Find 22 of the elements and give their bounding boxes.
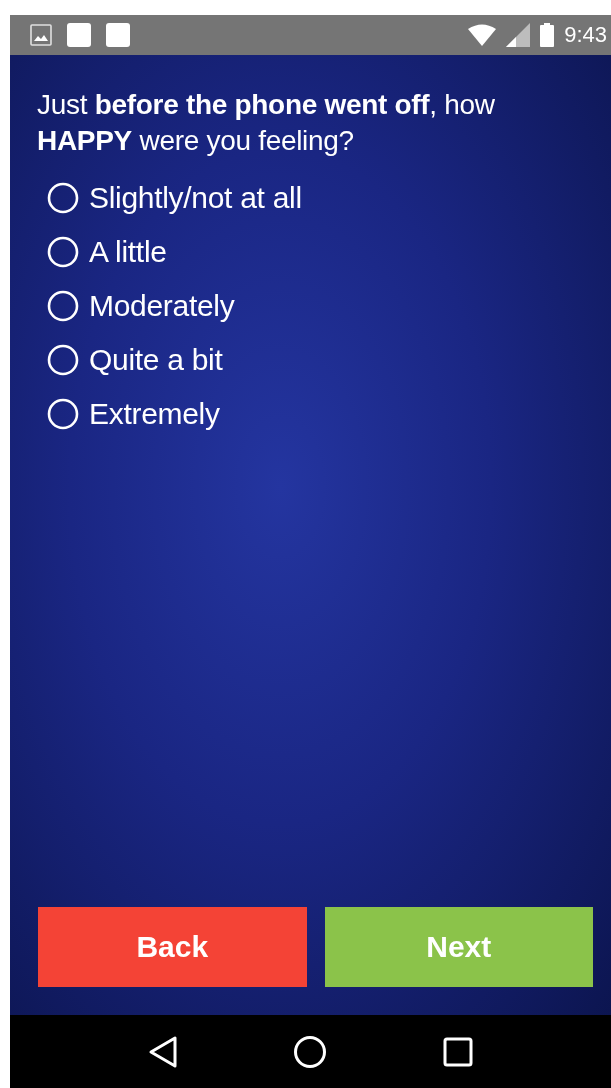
question-text: Just before the phone went off, how HAPPY were you feeling? [37, 88, 496, 158]
notification-icon [67, 23, 91, 47]
signal-icon [506, 23, 531, 47]
battery-icon [540, 23, 555, 47]
radio-option[interactable]: A little [47, 235, 593, 269]
home-icon[interactable] [293, 1034, 328, 1069]
radio-button[interactable] [47, 398, 79, 430]
radio-button[interactable] [47, 344, 79, 376]
image-icon [30, 24, 52, 46]
status-time: 9:43 [564, 22, 607, 48]
radio-option[interactable]: Extremely [47, 397, 593, 431]
radio-option[interactable]: Quite a bit [47, 343, 593, 377]
notification-icon [106, 23, 130, 47]
radio-option[interactable]: Moderately [47, 289, 593, 323]
radio-option[interactable]: Slightly/not at all [47, 181, 593, 215]
radio-button[interactable] [47, 182, 79, 214]
radio-button[interactable] [47, 290, 79, 322]
back-button[interactable]: Back [38, 907, 307, 987]
wifi-icon [468, 24, 497, 46]
recents-icon[interactable] [443, 1036, 474, 1067]
radio-button[interactable] [47, 236, 79, 268]
back-icon[interactable] [147, 1034, 178, 1069]
